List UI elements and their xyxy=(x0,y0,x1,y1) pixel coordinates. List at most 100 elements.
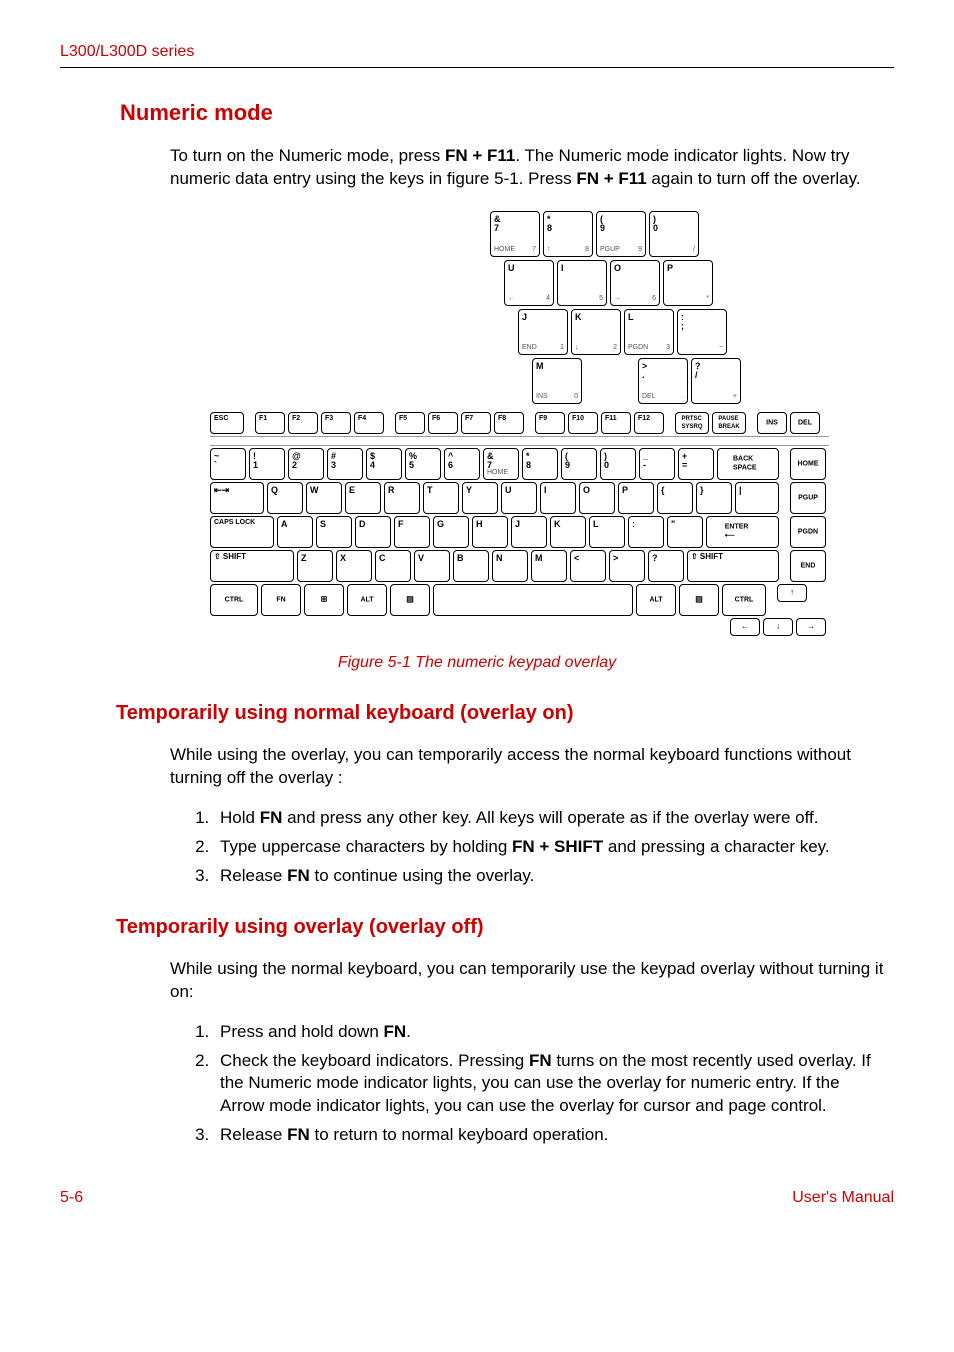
key-q: Q xyxy=(267,482,303,514)
key-menu: ▤ xyxy=(390,584,430,616)
list-item: Hold FN and press any other key. All key… xyxy=(214,807,874,830)
overlay-key: >.DEL. xyxy=(638,358,688,404)
key-g: G xyxy=(433,516,469,548)
key-9: (9 xyxy=(561,448,597,480)
overlay-key: ?/+ xyxy=(691,358,741,404)
overlay-key: &7HOME7 xyxy=(490,211,540,257)
page-header: L300/L300D series xyxy=(60,40,894,68)
overlay-off-steps: Press and hold down FN. Check the keyboa… xyxy=(190,1021,874,1148)
page-number: 5-6 xyxy=(60,1187,83,1209)
key-lalt: ALT xyxy=(347,584,387,616)
key-d: D xyxy=(355,516,391,548)
key-combo: FN + F11 xyxy=(445,146,515,165)
key-esc: ESC xyxy=(210,412,244,434)
page-footer: 5-6 User's Manual xyxy=(60,1187,894,1209)
overlay-off-intro: While using the normal keyboard, you can… xyxy=(170,958,884,1004)
key-del: DEL xyxy=(790,412,820,434)
overlay-key: MINS0 xyxy=(532,358,582,404)
key-f1: F1 xyxy=(255,412,285,434)
keyboard-q-row: ⇤⇥ Q W E R T Y U I O P { } | PGUP xyxy=(210,482,829,514)
key-win: ⊞ xyxy=(304,584,344,616)
key-ins: INS xyxy=(757,412,787,434)
key-t: T xyxy=(423,482,459,514)
key-u: U xyxy=(501,482,537,514)
overlay-key: LPGDN3 xyxy=(624,309,674,355)
key-s: S xyxy=(316,516,352,548)
keyboard-number-row: ~` !1 @2 #3 $4 %5 ^6 &7HOME *8 (9 )0 _- … xyxy=(210,448,829,480)
key-f2: F2 xyxy=(288,412,318,434)
key-k: K xyxy=(550,516,586,548)
figure-keyboard: &7HOME7 *8↑8 (9PGUP9 )0/ U←4 I5 O→6 P* J… xyxy=(210,211,894,643)
key-tilde: ~` xyxy=(210,448,246,480)
overlay-key: O→6 xyxy=(610,260,660,306)
figure-caption: Figure 5-1 The numeric keypad overlay xyxy=(60,652,894,674)
text: To turn on the Numeric mode, press xyxy=(170,146,445,165)
key-semicolon: : xyxy=(628,516,664,548)
key-n: N xyxy=(492,550,528,582)
heading-overlay-off: Temporarily using overlay (overlay off) xyxy=(116,914,894,941)
key-o: O xyxy=(579,482,615,514)
overlay-key: (9PGUP9 xyxy=(596,211,646,257)
key-b: B xyxy=(453,550,489,582)
key-rbracket: } xyxy=(696,482,732,514)
overlay-key: *8↑8 xyxy=(543,211,593,257)
key-combo: FN + F11 xyxy=(576,169,646,188)
key-x: X xyxy=(336,550,372,582)
key-fn: FN xyxy=(261,584,301,616)
key-f12: F12 xyxy=(634,412,664,434)
key-rshift: ⇧ SHIFT xyxy=(687,550,779,582)
overlay-key: I5 xyxy=(557,260,607,306)
key-i: I xyxy=(540,482,576,514)
list-item: Release FN to return to normal keyboard … xyxy=(214,1124,874,1147)
overlay-key: K↓2 xyxy=(571,309,621,355)
key-5: %5 xyxy=(405,448,441,480)
key-f4: F4 xyxy=(354,412,384,434)
key-comma: < xyxy=(570,550,606,582)
list-item: Check the keyboard indicators. Pressing … xyxy=(214,1050,874,1119)
manual-label: User's Manual xyxy=(792,1187,894,1209)
key-lctrl: CTRL xyxy=(210,584,258,616)
list-item: Press and hold down FN. xyxy=(214,1021,874,1044)
key-f11: F11 xyxy=(601,412,631,434)
key-lshift: ⇧ SHIFT xyxy=(210,550,294,582)
key-down: ↓ xyxy=(763,618,793,636)
key-c: C xyxy=(375,550,411,582)
key-2: @2 xyxy=(288,448,324,480)
overlay-key: )0/ xyxy=(649,211,699,257)
list-item: Type uppercase characters by holding FN … xyxy=(214,836,874,859)
key-p: P xyxy=(618,482,654,514)
key-pause: PAUSE BREAK xyxy=(712,412,746,434)
key-slash: ? xyxy=(648,550,684,582)
key-f: F xyxy=(394,516,430,548)
key-backslash: | xyxy=(735,482,779,514)
heading-numeric-mode: Numeric mode xyxy=(120,98,894,128)
key-pgdn: PGDN xyxy=(790,516,826,548)
keyboard-fn-row: ESC F1 F2 F3 F4 F5 F6 F7 F8 F9 F10 F11 F… xyxy=(210,412,829,434)
list-item: Release FN to continue using the overlay… xyxy=(214,865,874,888)
key-f3: F3 xyxy=(321,412,351,434)
key-0: )0 xyxy=(600,448,636,480)
keyboard-z-row: ⇧ SHIFT Z X C V B N M < > ? ⇧ SHIFT END xyxy=(210,550,829,582)
key-f7: F7 xyxy=(461,412,491,434)
key-home: HOME xyxy=(790,448,826,480)
key-a: A xyxy=(277,516,313,548)
key-equals: += xyxy=(678,448,714,480)
key-up: ↑ xyxy=(777,584,807,602)
overlay-key: :;− xyxy=(677,309,727,355)
key-lbracket: { xyxy=(657,482,693,514)
overlay-key: P* xyxy=(663,260,713,306)
key-m: M xyxy=(531,550,567,582)
heading-overlay-on: Temporarily using normal keyboard (overl… xyxy=(116,700,894,727)
key-minus: _- xyxy=(639,448,675,480)
key-7: &7HOME xyxy=(483,448,519,480)
key-e: E xyxy=(345,482,381,514)
key-8: *8 xyxy=(522,448,558,480)
key-l: L xyxy=(589,516,625,548)
key-f5: F5 xyxy=(395,412,425,434)
key-r: R xyxy=(384,482,420,514)
key-enter: ENTER ⟵ xyxy=(706,516,779,548)
key-space xyxy=(433,584,633,616)
key-prtsc: PRTSC SYSRQ xyxy=(675,412,709,434)
key-y: Y xyxy=(462,482,498,514)
key-j: J xyxy=(511,516,547,548)
